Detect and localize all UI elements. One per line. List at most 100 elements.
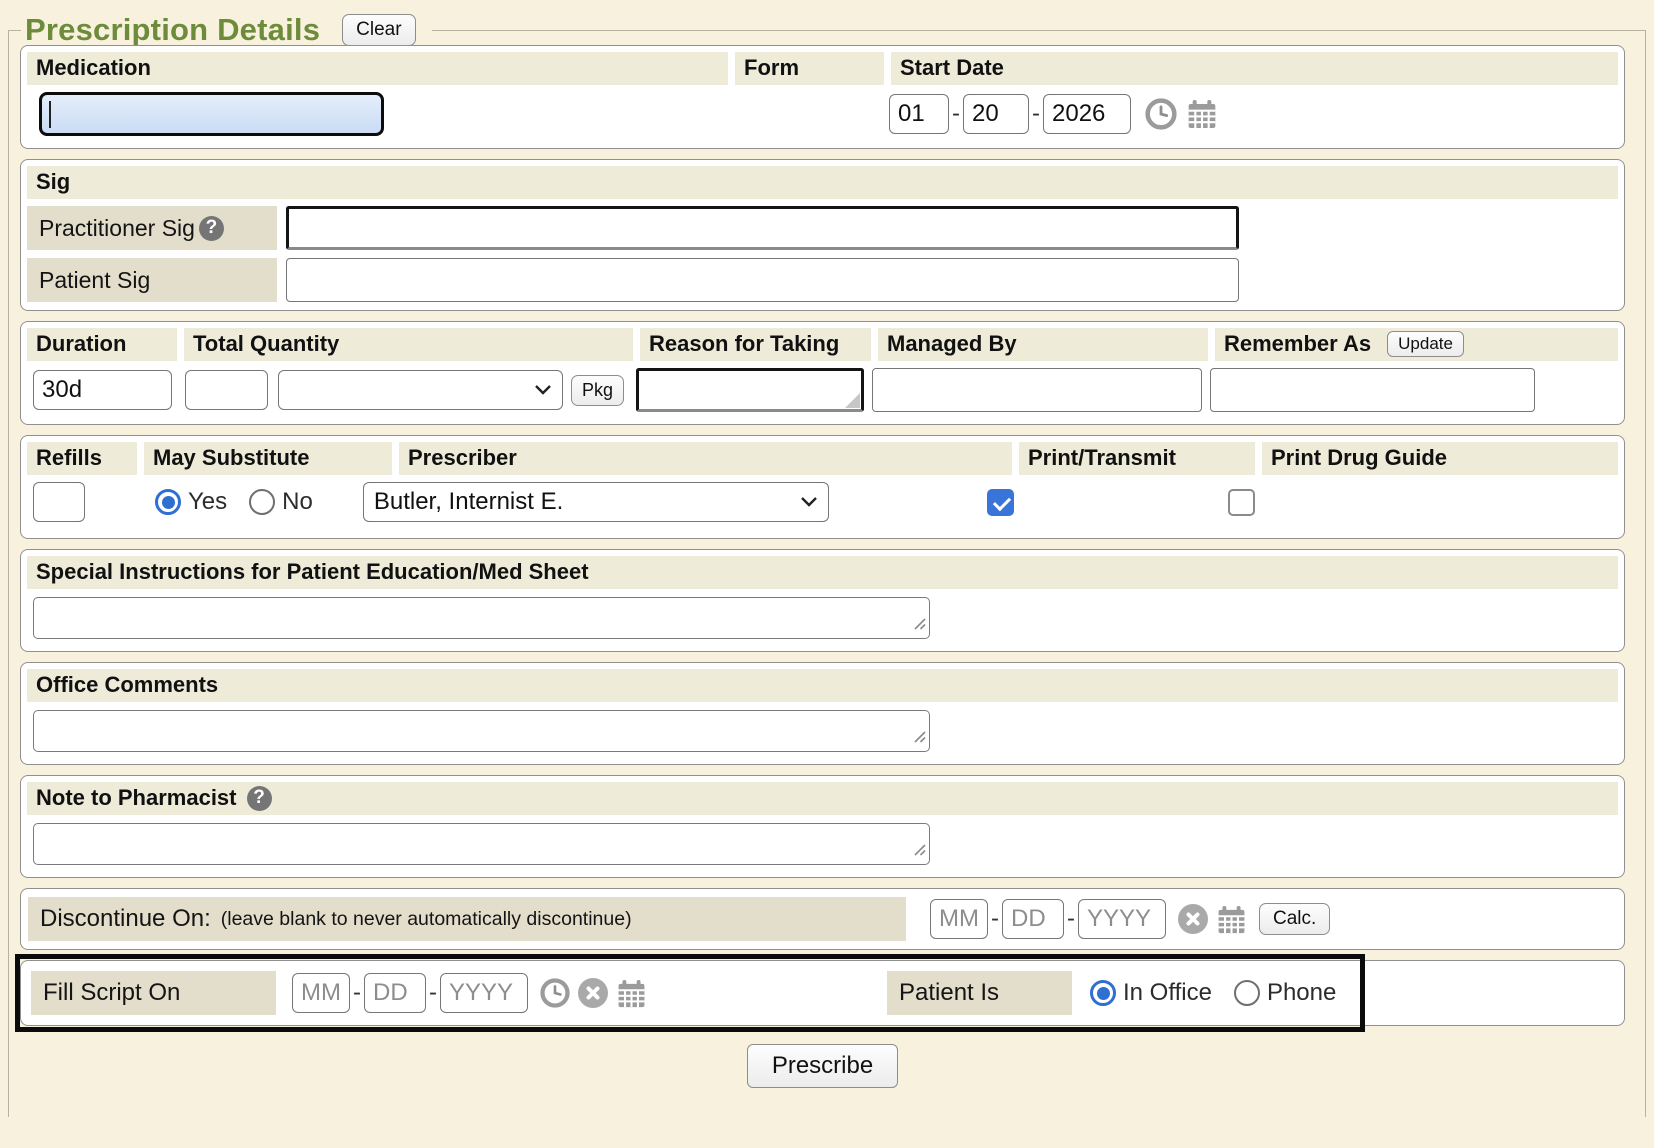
- fill-script-month-input[interactable]: [292, 973, 350, 1013]
- sig-header: Sig: [27, 166, 1618, 199]
- reason-for-taking-header: Reason for Taking: [640, 328, 871, 361]
- in-office-radio[interactable]: [1090, 980, 1116, 1006]
- date-separator: -: [952, 100, 960, 128]
- fill-script-label-cell: Fill Script On: [31, 971, 276, 1015]
- patient-sig-label: Patient Sig: [27, 258, 277, 302]
- prescribe-button[interactable]: Prescribe: [747, 1044, 898, 1088]
- note-to-pharmacist-header: Note to Pharmacist: [36, 785, 237, 811]
- package-select[interactable]: [278, 370, 563, 410]
- phone-radio[interactable]: [1234, 980, 1260, 1006]
- calendar-icon[interactable]: [1216, 904, 1247, 935]
- help-icon[interactable]: ?: [199, 216, 224, 241]
- medication-row: Medication Form Start Date - -: [20, 45, 1625, 149]
- note-to-pharmacist-header-cell: Note to Pharmacist ?: [27, 782, 1618, 815]
- fill-script-day-input[interactable]: [364, 973, 426, 1013]
- resize-grip-icon[interactable]: [845, 393, 860, 408]
- prescription-details-panel: Prescription Details Clear Medication Fo…: [8, 30, 1646, 1117]
- patient-is-group: In Office Phone: [1090, 979, 1358, 1007]
- start-year-input[interactable]: [1043, 94, 1131, 134]
- managed-by-input[interactable]: [872, 368, 1202, 412]
- date-separator: -: [1032, 100, 1040, 128]
- note-to-pharmacist-textarea[interactable]: [33, 823, 930, 865]
- prescriber-select[interactable]: Butler, Internist E.: [363, 482, 829, 522]
- form-header: Form: [735, 52, 884, 85]
- pkg-button[interactable]: Pkg: [571, 375, 624, 406]
- fill-script-year-input[interactable]: [440, 973, 528, 1013]
- prescriber-header: Prescriber: [399, 442, 1012, 475]
- help-icon[interactable]: ?: [247, 786, 272, 811]
- calendar-icon[interactable]: [616, 978, 647, 1009]
- patient-is-label: Patient Is: [899, 979, 999, 1007]
- practitioner-sig-input[interactable]: [286, 206, 1239, 250]
- update-button[interactable]: Update: [1387, 331, 1464, 357]
- resize-grip-icon[interactable]: [911, 728, 927, 749]
- date-separator: -: [353, 979, 361, 1007]
- print-drug-guide-header: Print Drug Guide: [1262, 442, 1618, 475]
- refills-input[interactable]: [33, 482, 85, 522]
- duration-input[interactable]: [33, 370, 172, 410]
- discontinue-row: Discontinue On: (leave blank to never au…: [20, 888, 1625, 950]
- managed-by-header: Managed By: [878, 328, 1208, 361]
- special-instructions-row: Special Instructions for Patient Educati…: [20, 549, 1625, 652]
- total-quantity-header: Total Quantity: [184, 328, 633, 361]
- refills-header: Refills: [27, 442, 137, 475]
- resize-grip-icon[interactable]: [911, 841, 927, 862]
- may-substitute-yes-radio[interactable]: [155, 489, 181, 515]
- office-comments-header: Office Comments: [27, 669, 1618, 702]
- medication-header: Medication: [27, 52, 728, 85]
- resize-grip-icon[interactable]: [911, 615, 927, 636]
- discontinue-label: Discontinue On:: [40, 905, 211, 933]
- calc-button[interactable]: Calc.: [1259, 903, 1330, 935]
- print-transmit-checkbox[interactable]: [987, 489, 1014, 516]
- practitioner-sig-label: Practitioner Sig ?: [27, 206, 277, 250]
- start-month-input[interactable]: [889, 94, 949, 134]
- sig-row: Sig Practitioner Sig ? Patient Sig: [20, 159, 1625, 311]
- start-date-header: Start Date: [891, 52, 1618, 85]
- text-cursor: [49, 101, 51, 128]
- discontinue-label-cell: Discontinue On: (leave blank to never au…: [28, 897, 906, 941]
- page-title: Prescription Details: [25, 12, 320, 48]
- medication-row-headers: Medication Form Start Date: [27, 52, 1618, 85]
- reason-for-taking-input[interactable]: [636, 368, 864, 412]
- may-substitute-group: Yes No: [155, 488, 335, 516]
- clear-date-icon[interactable]: [1178, 904, 1208, 934]
- may-substitute-no-label[interactable]: No: [282, 488, 313, 516]
- remember-as-header: Remember As: [1224, 331, 1371, 357]
- date-separator: -: [991, 905, 999, 933]
- patient-sig-input[interactable]: [286, 258, 1239, 302]
- discontinue-year-input[interactable]: [1078, 899, 1166, 939]
- remember-as-input[interactable]: [1210, 368, 1535, 412]
- calendar-icon[interactable]: [1186, 98, 1218, 130]
- office-comments-row: Office Comments: [20, 662, 1625, 765]
- discontinue-day-input[interactable]: [1002, 899, 1064, 939]
- phone-label[interactable]: Phone: [1267, 979, 1336, 1007]
- clear-date-icon[interactable]: [578, 978, 608, 1008]
- dropdown-chevron-icon: [800, 496, 818, 508]
- may-substitute-no-radio[interactable]: [249, 489, 275, 515]
- discontinue-month-input[interactable]: [930, 899, 988, 939]
- office-comments-textarea[interactable]: [33, 710, 930, 752]
- special-instructions-textarea[interactable]: [33, 597, 930, 639]
- medication-input[interactable]: [39, 92, 384, 136]
- fill-script-row: Fill Script On - - Patient Is In Office: [20, 960, 1625, 1026]
- quantity-input[interactable]: [185, 370, 268, 410]
- remember-as-header-cell: Remember As Update: [1215, 328, 1618, 361]
- in-office-label[interactable]: In Office: [1123, 979, 1212, 1007]
- start-day-input[interactable]: [963, 94, 1029, 134]
- print-drug-guide-checkbox[interactable]: [1228, 489, 1255, 516]
- may-substitute-header: May Substitute: [144, 442, 392, 475]
- discontinue-hint: (leave blank to never automatically disc…: [221, 908, 632, 931]
- duration-row: Duration Total Quantity Reason for Takin…: [20, 321, 1625, 425]
- clock-icon[interactable]: [540, 978, 570, 1008]
- dropdown-chevron-icon: [534, 384, 552, 396]
- footer: Prescribe: [20, 1044, 1625, 1088]
- date-separator: -: [1067, 905, 1075, 933]
- duration-header: Duration: [27, 328, 177, 361]
- refills-row: Refills May Substitute Prescriber Print/…: [20, 435, 1625, 539]
- clock-icon[interactable]: [1145, 98, 1177, 130]
- special-instructions-header: Special Instructions for Patient Educati…: [27, 556, 1618, 589]
- print-transmit-header: Print/Transmit: [1019, 442, 1255, 475]
- may-substitute-yes-label[interactable]: Yes: [188, 488, 227, 516]
- fill-script-label: Fill Script On: [43, 979, 180, 1007]
- clear-button[interactable]: Clear: [342, 14, 415, 46]
